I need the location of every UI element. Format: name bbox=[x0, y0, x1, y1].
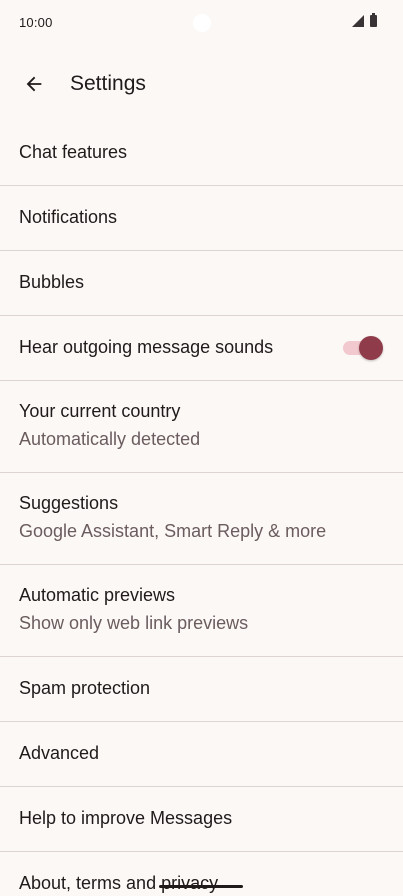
setting-notifications[interactable]: Notifications bbox=[0, 186, 403, 251]
arrow-back-icon bbox=[26, 76, 42, 92]
toggle-thumb bbox=[359, 336, 383, 360]
setting-subtitle: Google Assistant, Smart Reply & more bbox=[19, 521, 327, 541]
battery-icon bbox=[370, 13, 377, 27]
setting-chat-features[interactable]: Chat features bbox=[0, 121, 403, 186]
setting-automatic-previews[interactable]: Automatic previews Show only web link pr… bbox=[0, 565, 403, 657]
signal-icon bbox=[352, 15, 364, 27]
setting-title: Your current country bbox=[19, 401, 181, 421]
setting-outgoing-sounds[interactable]: Hear outgoing message sounds bbox=[0, 316, 403, 381]
camera-cutout bbox=[193, 14, 211, 32]
settings-list: Chat features Notifications Bubbles Hear… bbox=[0, 121, 403, 896]
setting-title: Hear outgoing message sounds bbox=[19, 337, 274, 357]
status-time: 10:00 bbox=[19, 15, 53, 30]
setting-title: Advanced bbox=[19, 743, 100, 763]
setting-spam-protection[interactable]: Spam protection bbox=[0, 657, 403, 722]
home-indicator[interactable] bbox=[159, 885, 243, 888]
status-bar: 10:00 bbox=[0, 0, 403, 46]
setting-help-improve[interactable]: Help to improve Messages bbox=[0, 787, 403, 852]
settings-screen: 10:00 Settings Chat features Notificatio… bbox=[0, 0, 403, 896]
setting-title: Automatic previews bbox=[19, 585, 176, 605]
setting-subtitle: Automatically detected bbox=[19, 429, 201, 449]
setting-title: Help to improve Messages bbox=[19, 808, 233, 828]
setting-title: Notifications bbox=[19, 207, 118, 227]
page-title: Settings bbox=[70, 72, 146, 95]
setting-about[interactable]: About, terms and privacy bbox=[0, 852, 403, 896]
setting-title: About, terms and privacy bbox=[19, 873, 219, 893]
setting-current-country[interactable]: Your current country Automatically detec… bbox=[0, 381, 403, 473]
setting-title: Chat features bbox=[19, 142, 128, 162]
setting-suggestions[interactable]: Suggestions Google Assistant, Smart Repl… bbox=[0, 473, 403, 565]
setting-bubbles[interactable]: Bubbles bbox=[0, 251, 403, 316]
back-button[interactable] bbox=[12, 62, 56, 106]
status-icons bbox=[352, 13, 377, 27]
outgoing-sounds-toggle[interactable] bbox=[343, 336, 383, 360]
setting-title: Suggestions bbox=[19, 493, 119, 513]
setting-title: Spam protection bbox=[19, 678, 151, 698]
setting-title: Bubbles bbox=[19, 272, 85, 292]
setting-subtitle: Show only web link previews bbox=[19, 613, 249, 633]
top-app-bar: Settings bbox=[0, 56, 403, 112]
setting-advanced[interactable]: Advanced bbox=[0, 722, 403, 787]
